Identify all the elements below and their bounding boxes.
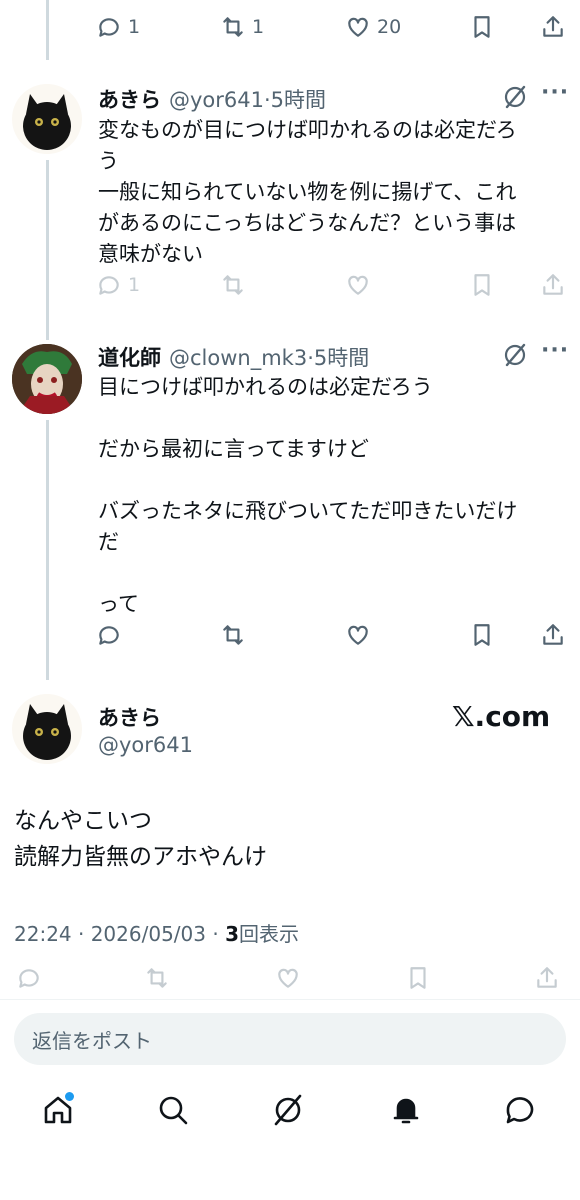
reply-button[interactable]: [16, 965, 42, 991]
share-button[interactable]: [540, 622, 566, 648]
reply-input[interactable]: 返信をポスト: [14, 1013, 566, 1065]
user-handle[interactable]: @yor641: [169, 88, 264, 112]
share-button[interactable]: [540, 14, 566, 40]
clown-avatar: [12, 344, 82, 414]
divider: [0, 999, 580, 1000]
views-label: 回表示: [238, 922, 299, 946]
tweet-metadata: 22:24 · 2026/05/03 · 3回表示: [14, 918, 299, 947]
tweet-body: なんやこいつ 読解力皆無のアホやんけ: [14, 808, 267, 870]
reply-icon: [19, 969, 39, 988]
repost-icon: [223, 17, 243, 37]
repost-icon: [147, 968, 167, 988]
avatar[interactable]: [12, 694, 82, 764]
display-name[interactable]: あきら: [98, 84, 161, 114]
black-cat-avatar: [23, 94, 71, 150]
bookmark-button[interactable]: [405, 965, 431, 991]
thread-line: [46, 160, 49, 340]
reply-button[interactable]: 1: [96, 272, 140, 298]
view-count: 3: [225, 922, 239, 946]
notification-dot: [65, 1092, 74, 1101]
repost-button[interactable]: [220, 272, 246, 298]
bookmark-button[interactable]: [469, 622, 495, 648]
nav-messages[interactable]: [503, 1093, 543, 1133]
reply-button[interactable]: [96, 622, 122, 648]
tweet-body: 変なものが目につけば叩かれるのは必定だろ う 一般に知られていない物を例に揚げて…: [98, 118, 517, 266]
reply-count: 1: [128, 16, 141, 38]
like-button[interactable]: 20: [345, 14, 401, 40]
reply-button[interactable]: 1: [96, 14, 140, 40]
nav-home[interactable]: [41, 1092, 81, 1133]
like-button[interactable]: [275, 965, 301, 991]
reply-placeholder: 返信をポスト: [32, 1029, 152, 1053]
repost-icon: [223, 275, 243, 295]
like-icon: [278, 968, 298, 988]
repost-icon: [223, 625, 243, 645]
more-icon[interactable]: ···: [541, 80, 569, 105]
bookmark-button[interactable]: [469, 272, 495, 298]
display-name[interactable]: あきら: [98, 702, 161, 732]
nav-grok[interactable]: [271, 1093, 311, 1133]
nav-notifications[interactable]: [389, 1093, 429, 1133]
reply-count: 1: [128, 274, 141, 296]
like-count: 20: [377, 16, 402, 38]
grok-icon: [274, 1094, 302, 1126]
tweet-timestamp[interactable]: 22:24 · 2026/05/03 ·: [14, 922, 225, 946]
share-icon: [543, 274, 563, 295]
tweet-header: あきら @yor641 ·5時間: [98, 84, 326, 114]
reply-icon: [99, 276, 119, 295]
bookmark-icon: [410, 967, 426, 989]
repost-button[interactable]: [220, 622, 246, 648]
tweet-actions: [0, 622, 580, 662]
timestamp[interactable]: ·5時間: [264, 84, 326, 114]
bookmark-button[interactable]: [469, 14, 495, 40]
more-icon[interactable]: ···: [541, 338, 569, 363]
grok-icon[interactable]: [502, 84, 528, 110]
display-name[interactable]: 道化師: [98, 342, 161, 372]
like-button[interactable]: [345, 622, 371, 648]
timestamp[interactable]: ·5時間: [307, 342, 369, 372]
bookmark-icon: [474, 16, 490, 38]
avatar[interactable]: [12, 84, 82, 154]
messages-icon: [506, 1097, 534, 1124]
repost-button[interactable]: [144, 965, 170, 991]
nav-search[interactable]: [156, 1093, 196, 1133]
reply-icon: [99, 18, 119, 37]
black-cat-avatar: [23, 704, 71, 760]
x-com-watermark: 𝕏.com: [452, 700, 551, 733]
share-button[interactable]: [534, 965, 560, 991]
share-button[interactable]: [540, 272, 566, 298]
tweet-actions: 1 1 20: [0, 14, 580, 54]
reply-icon: [99, 626, 119, 645]
user-handle[interactable]: @yor641: [98, 733, 193, 757]
tweet-actions: 1: [0, 272, 580, 312]
share-icon: [543, 624, 563, 645]
avatar[interactable]: [12, 344, 82, 414]
like-icon: [348, 17, 368, 37]
like-icon: [348, 625, 368, 645]
like-button[interactable]: [345, 272, 371, 298]
grok-icon[interactable]: [502, 342, 528, 368]
share-icon: [543, 16, 563, 37]
tweet-header: 道化師 @clown_mk3 ·5時間: [98, 342, 369, 372]
notifications-icon: [393, 1098, 419, 1124]
search-icon: [159, 1096, 188, 1125]
bookmark-icon: [474, 624, 490, 646]
tweet-body: 目につけば叩かれるのは必定だろう だから最初に言ってますけど バズったネタに飛び…: [98, 375, 518, 616]
like-icon: [348, 275, 368, 295]
user-handle[interactable]: @clown_mk3: [169, 346, 307, 370]
share-icon: [537, 967, 557, 988]
repost-button[interactable]: 1: [220, 14, 264, 40]
repost-count: 1: [252, 16, 265, 38]
bookmark-icon: [474, 274, 490, 296]
